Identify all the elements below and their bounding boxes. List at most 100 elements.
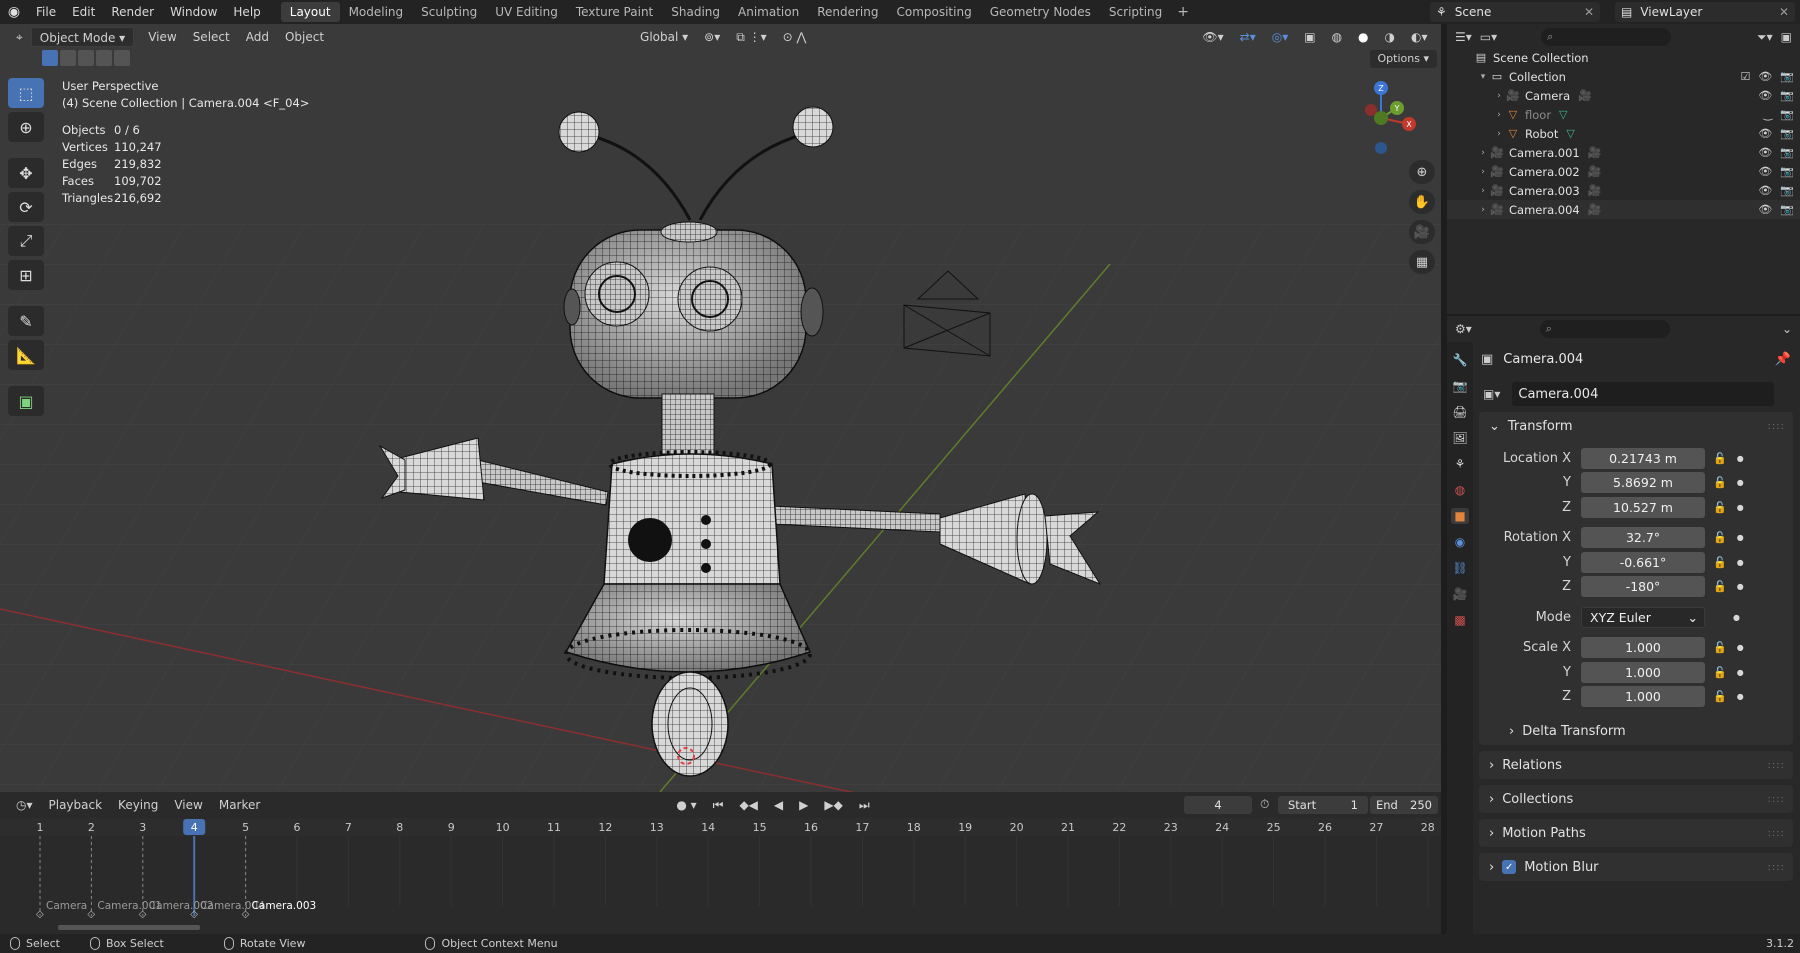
- keyframe-dot-icon[interactable]: ●: [1737, 503, 1744, 512]
- tab-layout[interactable]: Layout: [280, 2, 340, 22]
- rotate-tool-icon[interactable]: ⟳: [8, 192, 44, 222]
- lock-icon[interactable]: 🔓: [1713, 690, 1727, 703]
- measure-tool-icon[interactable]: 📐: [8, 340, 44, 370]
- chevron-right-icon[interactable]: ›: [1477, 148, 1489, 158]
- output-tab-icon[interactable]: 🖨: [1451, 404, 1469, 420]
- transform-tool-icon[interactable]: ⊞: [8, 260, 44, 290]
- snap-icon[interactable]: ⧉ ⋮▾: [728, 27, 774, 47]
- options-chevron-icon[interactable]: ⌄: [1782, 322, 1792, 336]
- camera-data-icon[interactable]: 🎥: [1588, 165, 1602, 178]
- camera-data-icon[interactable]: 🎥: [1588, 203, 1602, 216]
- tab-compositing[interactable]: Compositing: [887, 2, 980, 22]
- navigation-gizmo[interactable]: Z X Y: [1351, 78, 1421, 158]
- eye-hidden-icon[interactable]: ‿: [1763, 108, 1772, 121]
- mesh-data-icon[interactable]: ▽: [1559, 108, 1567, 121]
- add-cube-tool-icon[interactable]: ▣: [8, 386, 44, 416]
- lock-icon[interactable]: 🔓: [1713, 476, 1727, 489]
- menu-edit[interactable]: Edit: [64, 0, 103, 24]
- render-camera-icon[interactable]: 📷: [1780, 70, 1794, 83]
- outliner-row[interactable]: › 🎥 Camera.001 🎥 👁 📷: [1447, 143, 1800, 162]
- location-y-field[interactable]: 5.8692 m: [1581, 472, 1705, 494]
- relations-panel[interactable]: › Relations::::: [1479, 751, 1793, 779]
- lock-icon[interactable]: 🔓: [1713, 452, 1727, 465]
- tab-shading[interactable]: Shading: [662, 2, 729, 22]
- scale-tool-icon[interactable]: ⤢: [8, 226, 44, 256]
- shading-solid-icon[interactable]: ●: [1350, 27, 1376, 47]
- jump-start-icon[interactable]: ⏮: [705, 798, 732, 813]
- keyframe-dot-icon[interactable]: ●: [1737, 582, 1744, 591]
- camera-data-icon[interactable]: 🎥: [1578, 89, 1592, 102]
- select-box-tool-icon[interactable]: ⬚: [8, 78, 44, 108]
- eye-icon[interactable]: 👁: [1758, 184, 1772, 197]
- object-name-input[interactable]: Camera.004: [1512, 382, 1775, 406]
- add-workspace-icon[interactable]: +: [1171, 4, 1195, 20]
- pin-icon[interactable]: 📌: [1775, 352, 1791, 367]
- object-mode-dropdown[interactable]: Object Mode ▾: [30, 27, 135, 47]
- mesh-data-icon[interactable]: ▽: [1566, 127, 1574, 140]
- display-mode-icon[interactable]: ▭▾: [1480, 30, 1497, 44]
- menu-playback[interactable]: Playback: [41, 798, 111, 812]
- cursor-tool-icon[interactable]: ⊕: [8, 112, 44, 142]
- tab-uv-editing[interactable]: UV Editing: [486, 2, 567, 22]
- close-icon[interactable]: ✕: [1584, 5, 1594, 19]
- timeline-editor-icon[interactable]: ◷▾: [8, 798, 41, 812]
- keyframe-dot-icon[interactable]: ●: [1737, 454, 1744, 463]
- tab-animation[interactable]: Animation: [729, 2, 808, 22]
- drag-grip-icon[interactable]: ::::: [1768, 760, 1785, 771]
- shading-material-icon[interactable]: ◑: [1377, 27, 1403, 47]
- overlay-toggle-icon[interactable]: ◎▾: [1264, 27, 1297, 47]
- chevron-right-icon[interactable]: ›: [1477, 205, 1489, 215]
- chevron-right-icon[interactable]: ›: [1477, 186, 1489, 196]
- rotation-y-field[interactable]: -0.661°: [1581, 551, 1705, 573]
- object-tab-icon[interactable]: ■: [1451, 508, 1469, 524]
- proportional-edit-icon[interactable]: ⊙ ⋀: [775, 27, 815, 47]
- select-subtract-icon[interactable]: [78, 50, 94, 66]
- render-camera-icon[interactable]: 📷: [1780, 127, 1794, 140]
- keyframe-dot-icon[interactable]: ●: [1737, 558, 1744, 567]
- gizmo-toggle-icon[interactable]: ⇄▾: [1232, 27, 1264, 47]
- menu-help[interactable]: Help: [225, 0, 268, 24]
- camera-data-tab-icon[interactable]: 🎥: [1451, 586, 1469, 602]
- eye-icon[interactable]: 👁: [1758, 203, 1772, 216]
- play-icon[interactable]: ▶: [791, 798, 816, 812]
- lock-icon[interactable]: 🔓: [1713, 580, 1727, 593]
- eye-icon[interactable]: 👁: [1758, 89, 1772, 102]
- pan-hand-icon[interactable]: ✋: [1409, 190, 1435, 214]
- options-dropdown[interactable]: Options ▾: [1369, 50, 1437, 68]
- close-icon[interactable]: ✕: [1779, 5, 1789, 19]
- tool-tab-icon[interactable]: 🔧: [1451, 352, 1469, 368]
- 3d-viewport[interactable]: ⌖ Object Mode ▾ View Select Add Object G…: [0, 24, 1441, 792]
- camera-view-icon[interactable]: 🎥: [1409, 220, 1435, 244]
- collections-panel[interactable]: › Collections::::: [1479, 785, 1793, 813]
- outliner-row[interactable]: › 🎥 Camera.004 🎥 👁 📷: [1447, 200, 1800, 219]
- new-collection-icon[interactable]: ▣: [1781, 30, 1792, 44]
- outliner-row[interactable]: › 🎥 Camera.002 🎥 👁 📷: [1447, 162, 1800, 181]
- select-extend-icon[interactable]: [60, 50, 76, 66]
- chevron-right-icon[interactable]: ›: [1477, 167, 1489, 177]
- eye-icon[interactable]: 👁: [1758, 165, 1772, 178]
- viewport-scene[interactable]: [0, 24, 1441, 792]
- scale-y-field[interactable]: 1.000: [1581, 661, 1705, 683]
- location-z-field[interactable]: 10.527 m: [1581, 496, 1705, 518]
- properties-search-input[interactable]: ⌕: [1539, 320, 1670, 338]
- chevron-down-icon[interactable]: ▾: [1477, 72, 1489, 82]
- ortho-grid-icon[interactable]: ▦: [1409, 250, 1435, 274]
- shading-rendered-icon[interactable]: ◐▾: [1403, 27, 1436, 47]
- keyframe-dot-icon[interactable]: ●: [1737, 668, 1744, 677]
- menu-file[interactable]: File: [28, 0, 64, 24]
- chevron-right-icon[interactable]: ›: [1493, 110, 1505, 120]
- render-camera-icon[interactable]: 📷: [1780, 165, 1794, 178]
- world-tab-icon[interactable]: ◍: [1451, 482, 1469, 498]
- select-invert-icon[interactable]: [96, 50, 112, 66]
- motion-blur-checkbox[interactable]: ✓: [1502, 860, 1517, 874]
- delta-transform-subpanel[interactable]: › Delta Transform: [1479, 717, 1793, 745]
- end-frame-field[interactable]: End 250: [1370, 796, 1438, 814]
- chevron-right-icon[interactable]: ›: [1493, 129, 1505, 139]
- menu-marker[interactable]: Marker: [211, 798, 268, 812]
- motion-blur-panel[interactable]: › ✓ Motion Blur::::: [1479, 853, 1793, 881]
- scale-z-field[interactable]: 1.000: [1581, 686, 1705, 708]
- shading-wireframe-icon[interactable]: ◍: [1324, 27, 1350, 47]
- xray-icon[interactable]: ▣: [1296, 27, 1323, 47]
- outliner-editor-icon[interactable]: ☰▾: [1455, 30, 1472, 44]
- frame-ruler[interactable]: 1 2 3 4 5 6 7 8 9 10 11 12 13 14 15 16 17 18 19 20 21 22 23 24 2…: [0, 818, 1441, 836]
